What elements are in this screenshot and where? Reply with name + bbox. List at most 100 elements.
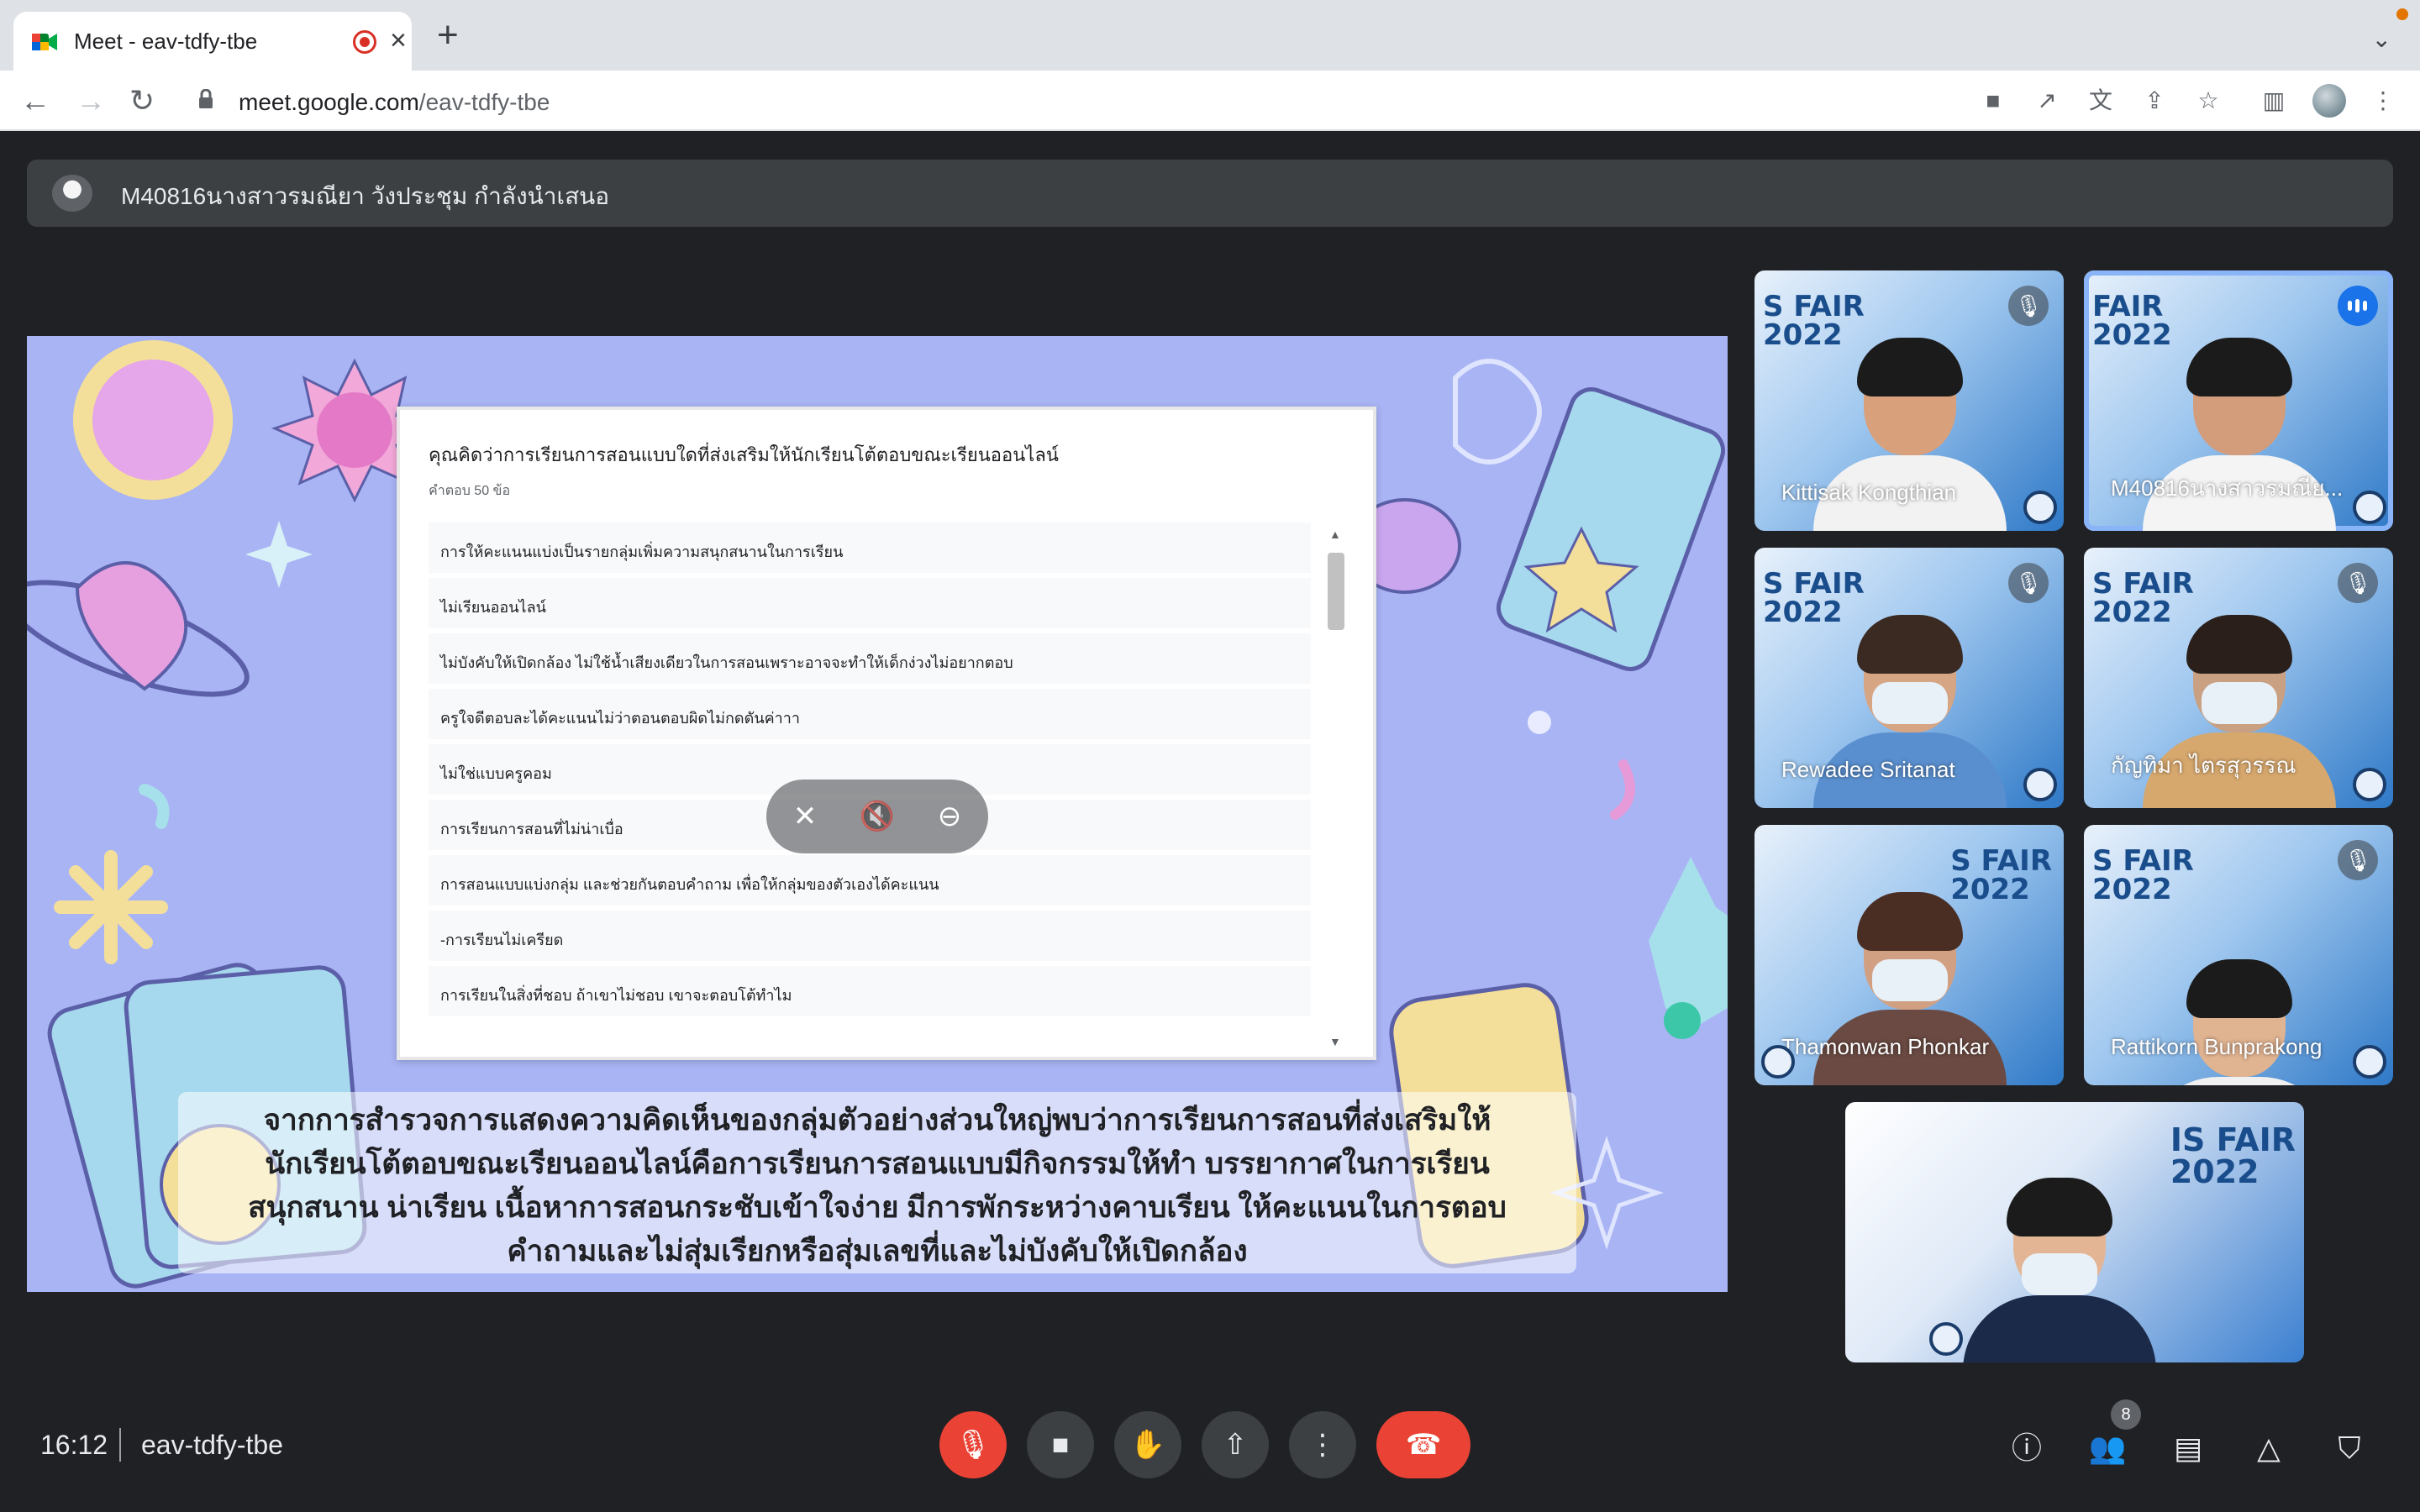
chat-icon[interactable]: ▤ <box>2168 1428 2208 1468</box>
event-logo-text: S FAIR 2022 <box>2092 567 2194 629</box>
scrollbar-thumb[interactable] <box>1328 553 1344 630</box>
presenter-avatar <box>52 175 92 212</box>
globe-logo-icon <box>2353 491 2386 524</box>
participant-tile[interactable]: S FAIR 2022 🎙 Rewadee Sritanat <box>1754 548 2064 808</box>
mic-off-icon: 🎙 <box>2008 563 2049 603</box>
caption-line: คำถามและไม่สุ่มเรียกหรือสุ่มเลขที่และไม่… <box>507 1235 1248 1268</box>
presentation-stage[interactable]: คุณคิดว่าการเรียนการสอนแบบใดที่ส่งเสริมใ… <box>27 336 1728 1292</box>
browser-menu-icon[interactable]: ⋮ <box>2370 87 2396 114</box>
browser-tab[interactable]: Meet - eav-tdfy-tbe × <box>13 12 412 71</box>
url-text: meet.google.com/eav-tdfy-tbe <box>239 89 550 116</box>
participant-name: Rattikorn Bunprakong <box>2111 1034 2323 1059</box>
tile-hover-controls: ✕ 🔇 ⊖ <box>766 780 988 853</box>
unpin-icon[interactable]: ✕ <box>786 798 823 835</box>
people-icon[interactable]: 👥 <box>2087 1428 2128 1468</box>
globe-logo-icon <box>2023 491 2057 524</box>
bookmark-star-icon[interactable]: ☆ <box>2195 87 2222 114</box>
more-options-button[interactable]: ⋮ <box>1289 1411 1356 1478</box>
globe-logo-icon <box>2023 768 2057 801</box>
browser-toolbar: ← → ↻ meet.google.com/eav-tdfy-tbe ■ ↗ 文… <box>0 71 2420 131</box>
profile-avatar[interactable] <box>2312 84 2346 118</box>
event-logo-text: S FAIR 2022 <box>1950 844 2052 906</box>
caption-line: สนุกสนาน น่าเรียน เนื้อหาการสอนกระชับเข้… <box>248 1191 1507 1224</box>
share-icon[interactable]: ⇪ <box>2141 87 2168 114</box>
answer-item: -การเรียนไม่เครียด <box>429 911 1311 961</box>
camera-button[interactable]: ■ <box>1027 1411 1094 1478</box>
address-bar[interactable]: meet.google.com/eav-tdfy-tbe <box>185 79 2000 123</box>
answer-list: การให้คะแนนแบ่งเป็นรายกลุ่มเพิ่มความสนุก… <box>429 522 1311 1021</box>
self-video <box>1963 1178 2156 1362</box>
activities-icon[interactable]: △ <box>2249 1428 2289 1468</box>
form-responses-card: คุณคิดว่าการเรียนการสอนแบบใดที่ส่งเสริมใ… <box>397 407 1376 1060</box>
tab-title: Meet - eav-tdfy-tbe <box>74 29 258 54</box>
mic-off-icon: 🎙 <box>2338 563 2378 603</box>
event-logo-text: IS FAIR 2022 <box>2170 1121 2296 1190</box>
tab-search-chevron-icon[interactable]: ⌄ <box>2372 25 2391 53</box>
participant-name: M40816นางสาวรมณีย... <box>2111 475 2344 501</box>
mic-off-icon: 🎙 <box>2338 840 2378 880</box>
camera-in-use-icon[interactable]: ■ <box>1980 87 2007 114</box>
participant-name: Kittisak Kongthian <box>1781 480 1957 505</box>
info-icon[interactable]: ⓘ <box>2007 1428 2047 1468</box>
participant-tile[interactable]: S FAIR 2022 Thamonwan Phonkar <box>1754 825 2064 1085</box>
meeting-code: eav-tdfy-tbe <box>141 1430 283 1460</box>
answer-item: ไม่บังคับให้เปิดกล้อง ไม่ใช้น้ำเสียงเดีย… <box>429 633 1311 684</box>
answer-item: การให้คะแนนแบ่งเป็นรายกลุ่มเพิ่มความสนุก… <box>429 522 1311 573</box>
url-path: /eav-tdfy-tbe <box>418 89 550 115</box>
slide-caption: จากการสำรวจการแสดงความคิดเห็นของกลุ่มตัว… <box>178 1092 1576 1273</box>
participant-name: Rewadee Sritanat <box>1781 757 1955 782</box>
new-tab-button[interactable]: + <box>437 17 459 54</box>
update-dot-icon <box>2396 8 2408 20</box>
answer-item: การสอนแบบแบ่งกลุ่ม และช่วยกันตอบคำถาม เพ… <box>429 855 1311 906</box>
presenting-text: M40816นางสาวรมณียา วังประชุม กำลังนำเสนอ <box>121 183 610 209</box>
event-logo-text: S FAIR 2022 <box>1763 290 1865 352</box>
caption-line: นักเรียนโต้ตอบขณะเรียนออนไลน์คือการเรียน… <box>265 1147 1490 1180</box>
participant-tile[interactable]: S FAIR 2022 🎙 Rattikorn Bunprakong <box>2084 825 2393 1085</box>
participant-tile[interactable]: S FAIR 2022 🎙 กัญทิมา ไตรสุวรรณ <box>2084 548 2393 808</box>
reload-icon[interactable]: ↻ <box>129 84 155 118</box>
mic-off-button[interactable]: 🎙 <box>939 1411 1007 1478</box>
presenting-banner: M40816นางสาวรมณียา วังประชุม กำลังนำเสนอ <box>27 160 2393 227</box>
caption-line: จากการสำรวจการแสดงความคิดเห็นของกลุ่มตัว… <box>263 1104 1491 1137</box>
globe-logo-icon <box>1761 1045 1795 1079</box>
mute-presentation-icon[interactable]: 🔇 <box>859 798 896 835</box>
event-logo-text: FAIR 2022 <box>2092 290 2172 352</box>
globe-logo-icon <box>1929 1322 1963 1356</box>
end-call-button[interactable]: ☎ <box>1376 1411 1470 1478</box>
remove-tile-icon[interactable]: ⊖ <box>931 798 968 835</box>
answer-item: ไม่เรียนออนไลน์ <box>429 578 1311 628</box>
open-in-new-icon[interactable]: ↗ <box>2033 87 2060 114</box>
globe-logo-icon <box>2353 1045 2386 1079</box>
browser-tab-strip: Meet - eav-tdfy-tbe × + ⌄ <box>0 0 2420 71</box>
globe-logo-icon <box>2353 768 2386 801</box>
form-question: คุณคิดว่าการเรียนการสอนแบบใดที่ส่งเสริมใ… <box>429 444 1059 465</box>
self-view-tile[interactable]: IS FAIR 2022 <box>1845 1102 2304 1362</box>
event-logo-text: S FAIR 2022 <box>1763 567 1865 629</box>
host-controls-icon[interactable]: ⛉ <box>2329 1428 2370 1468</box>
present-button[interactable]: ⇧ <box>1202 1411 1269 1478</box>
meeting-controls-bar: 16:12 eav-tdfy-tbe 🎙 ■ ✋ ⇧ ⋮ ☎ ⓘ 👥 8 ▤ △… <box>0 1369 2420 1512</box>
participant-tile[interactable]: S FAIR 2022 🎙 Kittisak Kongthian <box>1754 270 2064 531</box>
raise-hand-button[interactable]: ✋ <box>1114 1411 1181 1478</box>
translate-icon[interactable]: 文 <box>2087 87 2114 114</box>
participant-tile[interactable]: FAIR 2022 M40816นางสาวรมณีย... <box>2084 270 2393 531</box>
participant-name: Thamonwan Phonkar <box>1781 1034 1990 1059</box>
scroll-up-icon[interactable]: ▲ <box>1329 528 1341 541</box>
scroll-down-icon[interactable]: ▼ <box>1329 1035 1341 1048</box>
answer-list-scrollbar[interactable]: ▲ ▼ <box>1324 528 1348 1048</box>
response-count: คำตอบ 50 ข้อ <box>429 484 511 498</box>
people-count-badge: 8 <box>2111 1399 2141 1430</box>
answer-item: ครูใจดีตอบละได้คะแนนไม่ว่าตอนตอบผิดไม่กด… <box>429 689 1311 739</box>
forward-icon[interactable]: → <box>76 84 106 118</box>
speaking-indicator-icon <box>2338 286 2378 326</box>
event-logo-text: S FAIR 2022 <box>2092 844 2194 906</box>
participant-name: กัญทิมา ไตรสุวรรณ <box>2111 753 2296 778</box>
side-panel-icon[interactable]: ▥ <box>2260 87 2287 114</box>
lock-icon <box>199 89 213 108</box>
recording-indicator-icon <box>353 30 376 54</box>
tab-close-icon[interactable]: × <box>390 24 407 57</box>
url-host: meet.google.com <box>239 89 419 115</box>
back-icon[interactable]: ← <box>20 84 50 118</box>
mic-off-icon: 🎙 <box>2008 286 2049 326</box>
participant-video <box>2143 959 2336 1085</box>
